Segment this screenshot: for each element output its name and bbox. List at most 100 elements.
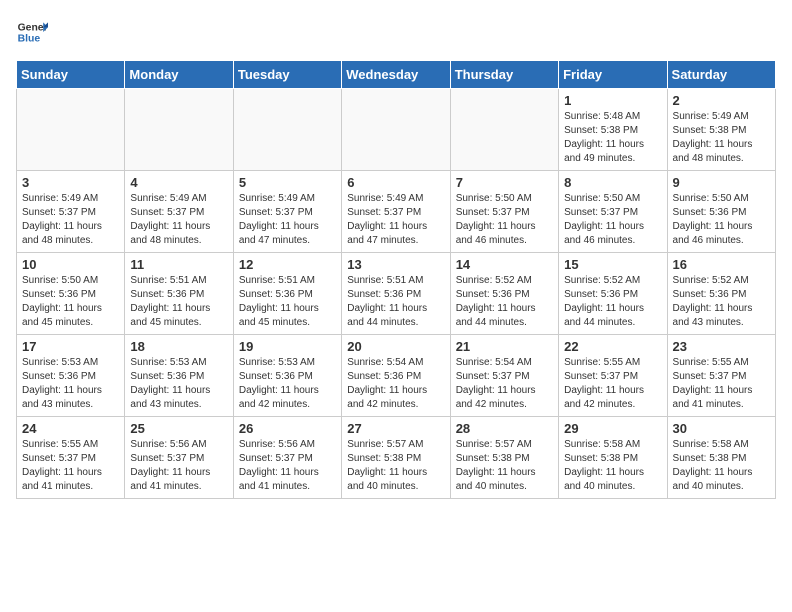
day-number: 7 [456, 175, 553, 190]
day-info: Sunrise: 5:49 AMSunset: 5:37 PMDaylight:… [347, 192, 444, 248]
day-number: 21 [456, 339, 553, 354]
calendar-cell: 16Sunrise: 5:52 AMSunset: 5:36 PMDayligh… [667, 253, 775, 335]
day-number: 23 [673, 339, 770, 354]
calendar-cell [17, 89, 125, 171]
weekday-tuesday: Tuesday [233, 61, 341, 89]
weekday-wednesday: Wednesday [342, 61, 450, 89]
weekday-sunday: Sunday [17, 61, 125, 89]
calendar-cell [342, 89, 450, 171]
calendar-cell: 1 Sunrise: 5:48 AMSunset: 5:38 PMDaylight… [559, 89, 667, 171]
page-header: General Blue [16, 16, 776, 48]
logo: General Blue [16, 16, 48, 48]
day-info: Sunrise: 5:51 AMSunset: 5:36 PMDaylight:… [347, 274, 444, 330]
day-info: Sunrise: 5:52 AMSunset: 5:36 PMDaylight:… [564, 274, 661, 330]
day-number: 13 [347, 257, 444, 272]
week-row-1: 1 Sunrise: 5:48 AMSunset: 5:38 PMDaylight… [17, 89, 776, 171]
calendar-cell: 14 Sunrise: 5:52 AMSunset: 5:36 PMDayligh… [450, 253, 558, 335]
day-number: 25 [130, 421, 227, 436]
week-row-4: 17Sunrise: 5:53 AMSunset: 5:36 PMDayligh… [17, 335, 776, 417]
calendar-cell: 22 Sunrise: 5:55 AMSunset: 5:37 PMDayligh… [559, 335, 667, 417]
day-number: 14 [456, 257, 553, 272]
day-info: Sunrise: 5:55 AMSunset: 5:37 PMDaylight:… [673, 356, 770, 412]
calendar-cell: 24 Sunrise: 5:55 AMSunset: 5:37 PMDayligh… [17, 417, 125, 499]
calendar-cell: 21 Sunrise: 5:54 AMSunset: 5:37 PMDayligh… [450, 335, 558, 417]
day-number: 8 [564, 175, 661, 190]
calendar-table: SundayMondayTuesdayWednesdayThursdayFrid… [16, 60, 776, 499]
calendar-cell: 3 Sunrise: 5:49 AMSunset: 5:37 PMDaylight… [17, 171, 125, 253]
calendar-cell: 28 Sunrise: 5:57 AMSunset: 5:38 PMDayligh… [450, 417, 558, 499]
calendar-cell: 17Sunrise: 5:53 AMSunset: 5:36 PMDayligh… [17, 335, 125, 417]
calendar-cell: 5Sunrise: 5:49 AMSunset: 5:37 PMDaylight… [233, 171, 341, 253]
day-number: 10 [22, 257, 119, 272]
day-info: Sunrise: 5:56 AMSunset: 5:37 PMDaylight:… [130, 438, 227, 494]
weekday-header-row: SundayMondayTuesdayWednesdayThursdayFrid… [17, 61, 776, 89]
day-number: 18 [130, 339, 227, 354]
calendar-cell: 13 Sunrise: 5:51 AMSunset: 5:36 PMDayligh… [342, 253, 450, 335]
calendar-cell: 18 Sunrise: 5:53 AMSunset: 5:36 PMDayligh… [125, 335, 233, 417]
calendar-cell: 29 Sunrise: 5:58 AMSunset: 5:38 PMDayligh… [559, 417, 667, 499]
calendar-cell: 20 Sunrise: 5:54 AMSunset: 5:36 PMDayligh… [342, 335, 450, 417]
week-row-2: 3 Sunrise: 5:49 AMSunset: 5:37 PMDaylight… [17, 171, 776, 253]
calendar-cell: 8 Sunrise: 5:50 AMSunset: 5:37 PMDaylight… [559, 171, 667, 253]
weekday-saturday: Saturday [667, 61, 775, 89]
calendar-cell: 25 Sunrise: 5:56 AMSunset: 5:37 PMDayligh… [125, 417, 233, 499]
day-info: Sunrise: 5:50 AMSunset: 5:37 PMDaylight:… [564, 192, 661, 248]
week-row-3: 10 Sunrise: 5:50 AMSunset: 5:36 PMDayligh… [17, 253, 776, 335]
calendar-cell: 9Sunrise: 5:50 AMSunset: 5:36 PMDaylight… [667, 171, 775, 253]
day-info: Sunrise: 5:51 AMSunset: 5:36 PMDaylight:… [239, 274, 336, 330]
day-info: Sunrise: 5:54 AMSunset: 5:37 PMDaylight:… [456, 356, 553, 412]
calendar-cell: 19 Sunrise: 5:53 AMSunset: 5:36 PMDayligh… [233, 335, 341, 417]
weekday-friday: Friday [559, 61, 667, 89]
day-number: 30 [673, 421, 770, 436]
calendar-cell: 2 Sunrise: 5:49 AMSunset: 5:38 PMDaylight… [667, 89, 775, 171]
day-info: Sunrise: 5:49 AMSunset: 5:37 PMDaylight:… [22, 192, 119, 248]
day-info: Sunrise: 5:53 AMSunset: 5:36 PMDaylight:… [130, 356, 227, 412]
day-number: 28 [456, 421, 553, 436]
day-info: Sunrise: 5:55 AMSunset: 5:37 PMDaylight:… [22, 438, 119, 494]
day-info: Sunrise: 5:51 AMSunset: 5:36 PMDaylight:… [130, 274, 227, 330]
day-info: Sunrise: 5:58 AMSunset: 5:38 PMDaylight:… [564, 438, 661, 494]
day-number: 19 [239, 339, 336, 354]
day-number: 27 [347, 421, 444, 436]
day-number: 15 [564, 257, 661, 272]
day-info: Sunrise: 5:57 AMSunset: 5:38 PMDaylight:… [347, 438, 444, 494]
weekday-thursday: Thursday [450, 61, 558, 89]
logo-icon: General Blue [16, 16, 48, 48]
calendar-cell: 15 Sunrise: 5:52 AMSunset: 5:36 PMDayligh… [559, 253, 667, 335]
calendar-cell: 10 Sunrise: 5:50 AMSunset: 5:36 PMDayligh… [17, 253, 125, 335]
calendar-cell [450, 89, 558, 171]
calendar-cell: 7 Sunrise: 5:50 AMSunset: 5:37 PMDaylight… [450, 171, 558, 253]
day-number: 9 [673, 175, 770, 190]
day-number: 11 [130, 257, 227, 272]
day-info: Sunrise: 5:50 AMSunset: 5:36 PMDaylight:… [22, 274, 119, 330]
calendar-cell [125, 89, 233, 171]
calendar-cell: 4Sunrise: 5:49 AMSunset: 5:37 PMDaylight… [125, 171, 233, 253]
day-info: Sunrise: 5:49 AMSunset: 5:37 PMDaylight:… [239, 192, 336, 248]
day-number: 3 [22, 175, 119, 190]
day-info: Sunrise: 5:49 AMSunset: 5:38 PMDaylight:… [673, 110, 770, 166]
day-number: 29 [564, 421, 661, 436]
day-number: 4 [130, 175, 227, 190]
day-number: 24 [22, 421, 119, 436]
day-number: 12 [239, 257, 336, 272]
calendar-cell: 23 Sunrise: 5:55 AMSunset: 5:37 PMDayligh… [667, 335, 775, 417]
calendar-cell: 12 Sunrise: 5:51 AMSunset: 5:36 PMDayligh… [233, 253, 341, 335]
day-number: 6 [347, 175, 444, 190]
day-info: Sunrise: 5:53 AMSunset: 5:36 PMDaylight:… [22, 356, 119, 412]
day-info: Sunrise: 5:57 AMSunset: 5:38 PMDaylight:… [456, 438, 553, 494]
day-number: 26 [239, 421, 336, 436]
day-number: 2 [673, 93, 770, 108]
day-info: Sunrise: 5:54 AMSunset: 5:36 PMDaylight:… [347, 356, 444, 412]
day-number: 16 [673, 257, 770, 272]
day-info: Sunrise: 5:55 AMSunset: 5:37 PMDaylight:… [564, 356, 661, 412]
day-info: Sunrise: 5:53 AMSunset: 5:36 PMDaylight:… [239, 356, 336, 412]
day-number: 20 [347, 339, 444, 354]
calendar-cell: 30Sunrise: 5:58 AMSunset: 5:38 PMDayligh… [667, 417, 775, 499]
day-number: 22 [564, 339, 661, 354]
day-number: 1 [564, 93, 661, 108]
day-info: Sunrise: 5:52 AMSunset: 5:36 PMDaylight:… [456, 274, 553, 330]
svg-text:Blue: Blue [18, 34, 41, 45]
day-info: Sunrise: 5:48 AMSunset: 5:38 PMDaylight:… [564, 110, 661, 166]
calendar-cell: 27 Sunrise: 5:57 AMSunset: 5:38 PMDayligh… [342, 417, 450, 499]
day-info: Sunrise: 5:50 AMSunset: 5:37 PMDaylight:… [456, 192, 553, 248]
